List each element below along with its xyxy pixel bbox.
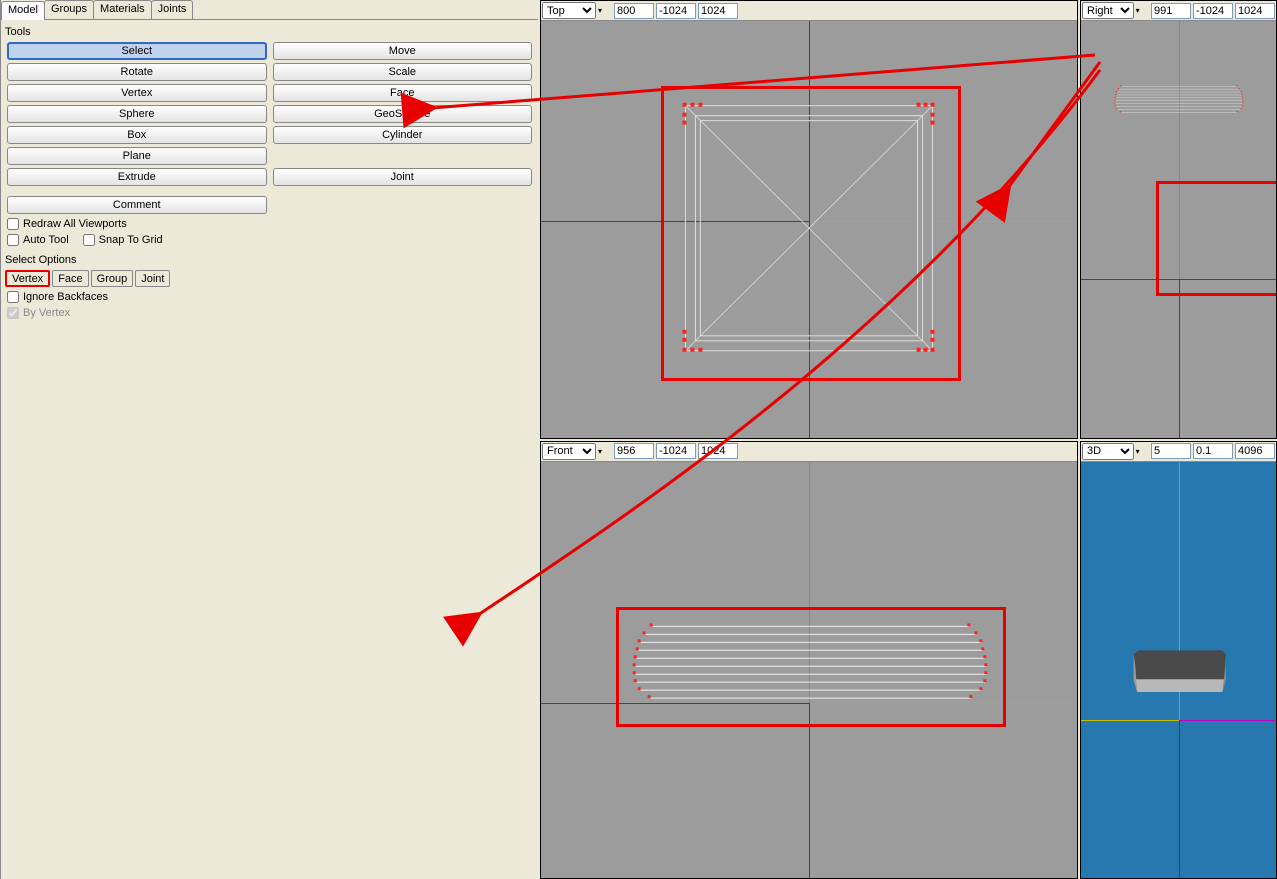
- viewport-front-select[interactable]: Front: [542, 443, 596, 460]
- redraw-checkbox[interactable]: [7, 218, 19, 230]
- rotate-button[interactable]: Rotate: [7, 63, 267, 81]
- viewport-front-val3[interactable]: [698, 443, 738, 459]
- ignore-label: Ignore Backfaces: [23, 291, 108, 303]
- autotool-checkbox[interactable]: [7, 234, 19, 246]
- viewport-3d-val2[interactable]: [1193, 443, 1233, 459]
- scale-button[interactable]: Scale: [273, 63, 533, 81]
- viewport-front-val1[interactable]: [614, 443, 654, 459]
- viewport-3d-header: 3D ▾: [1081, 442, 1276, 462]
- viewport-front-canvas[interactable]: [541, 462, 1077, 879]
- tab-materials[interactable]: Materials: [93, 0, 152, 19]
- redraw-label: Redraw All Viewports: [23, 218, 127, 230]
- viewport-right-canvas[interactable]: [1081, 21, 1276, 438]
- snap-checkbox[interactable]: [83, 234, 95, 246]
- viewport-3d: 3D ▾: [1080, 441, 1277, 879]
- viewport-top-val2[interactable]: [656, 3, 696, 19]
- chevron-down-icon: ▾: [1136, 6, 1149, 15]
- selectopt-group[interactable]: Group: [91, 270, 134, 287]
- chevron-down-icon: ▾: [598, 6, 612, 15]
- byvertex-label: By Vertex: [23, 307, 70, 319]
- viewport-top-val3[interactable]: [698, 3, 738, 19]
- select-button[interactable]: Select: [7, 42, 267, 60]
- move-button[interactable]: Move: [273, 42, 533, 60]
- chevron-down-icon: ▾: [598, 447, 612, 456]
- selectopt-joint[interactable]: Joint: [135, 270, 170, 287]
- ignore-backfaces-checkbox[interactable]: [7, 291, 19, 303]
- autotool-label: Auto Tool: [23, 234, 69, 246]
- tab-joints[interactable]: Joints: [151, 0, 194, 19]
- viewport-top-canvas[interactable]: [541, 21, 1077, 438]
- cylinder-button[interactable]: Cylinder: [273, 126, 533, 144]
- face-button[interactable]: Face: [273, 84, 533, 102]
- viewport-top-val1[interactable]: [614, 3, 654, 19]
- vertex-button[interactable]: Vertex: [7, 84, 267, 102]
- viewport-front: Front ▾: [540, 441, 1078, 879]
- viewport-right: Right ▾: [1080, 0, 1277, 439]
- viewport-front-val2[interactable]: [656, 443, 696, 459]
- viewport-3d-val1[interactable]: [1151, 443, 1191, 459]
- viewport-3d-canvas[interactable]: [1081, 462, 1276, 879]
- tab-row: Model Groups Materials Joints: [1, 0, 538, 20]
- selectopt-face[interactable]: Face: [52, 270, 88, 287]
- geosphere-button[interactable]: GeoSphere: [273, 105, 533, 123]
- joint-button[interactable]: Joint: [273, 168, 533, 186]
- comment-button[interactable]: Comment: [7, 196, 267, 214]
- viewport-top-select[interactable]: Top: [542, 2, 596, 19]
- selectopts-title: Select Options: [5, 254, 534, 266]
- plane-button[interactable]: Plane: [7, 147, 267, 165]
- snap-label: Snap To Grid: [99, 234, 163, 246]
- tools-title: Tools: [5, 26, 534, 38]
- viewport-right-val1[interactable]: [1151, 3, 1191, 19]
- viewport-right-val2[interactable]: [1193, 3, 1233, 19]
- viewport-right-select[interactable]: Right: [1082, 2, 1134, 19]
- viewport-3d-select[interactable]: 3D: [1082, 443, 1134, 460]
- viewport-3d-val3[interactable]: [1235, 443, 1275, 459]
- viewport-top: Top ▾: [540, 0, 1078, 439]
- byvertex-checkbox: [7, 307, 19, 319]
- side-panel: Model Groups Materials Joints Tools Sele…: [0, 0, 538, 879]
- sphere-button[interactable]: Sphere: [7, 105, 267, 123]
- viewport-top-header: Top ▾: [541, 1, 1077, 21]
- viewport-front-header: Front ▾: [541, 442, 1077, 462]
- viewport-right-header: Right ▾: [1081, 1, 1276, 21]
- viewport-right-val3[interactable]: [1235, 3, 1275, 19]
- extrude-button[interactable]: Extrude: [7, 168, 267, 186]
- tab-groups[interactable]: Groups: [44, 0, 94, 19]
- tab-model[interactable]: Model: [1, 1, 45, 20]
- box-button[interactable]: Box: [7, 126, 267, 144]
- chevron-down-icon: ▾: [1136, 447, 1149, 456]
- selectopt-vertex[interactable]: Vertex: [5, 270, 50, 287]
